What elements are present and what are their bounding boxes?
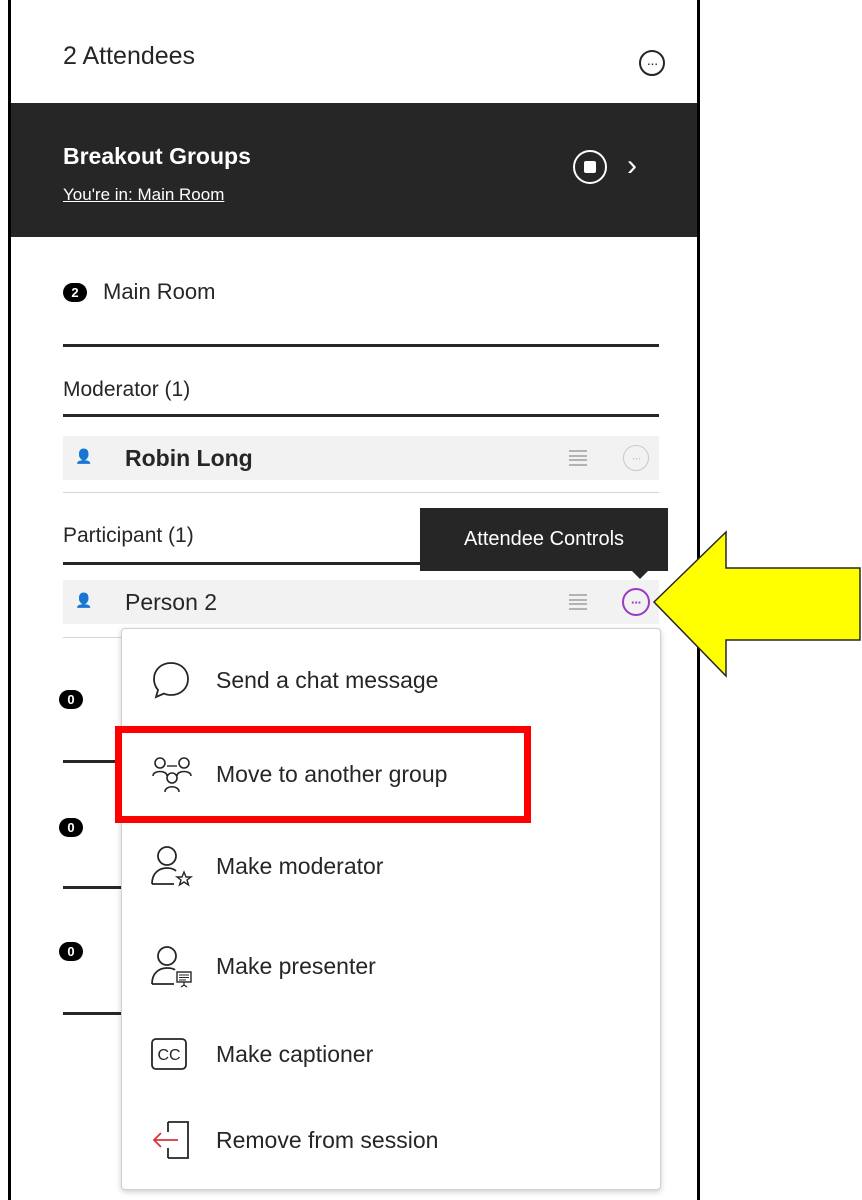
presenter-icon [151,946,192,988]
menu-item-label: Remove from session [216,1126,439,1153]
divider [63,492,659,493]
attendee-controls-tooltip: Attendee Controls [420,508,668,571]
remove-from-session-icon [152,1121,189,1159]
group-count-badge: 0 [59,942,83,961]
chevron-right-icon[interactable]: › [627,149,637,183]
menu-item-label: Make moderator [216,852,384,879]
person-icon: 👤 [75,448,93,464]
chat-bubble-icon [153,662,189,699]
attendee-row[interactable]: 👤 Person 2 ··· [63,580,659,624]
menu-item-send-chat[interactable]: Send a chat message [122,635,660,725]
participant-heading: Participant (1) [63,524,194,547]
yellow-arrow-icon [652,530,861,678]
attendee-row[interactable]: 👤 Robin Long ··· [63,436,659,480]
moderator-icon [151,846,194,887]
attendee-name: Robin Long [125,445,253,471]
moderator-heading: Moderator (1) [63,378,191,401]
attendee-controls-menu: Send a chat message Move to another grou… [121,628,661,1190]
attendee-controls-icon[interactable]: ··· [623,445,649,471]
stop-icon[interactable] [573,150,607,184]
list-icon [569,592,587,612]
menu-item-label: Send a chat message [216,666,439,693]
svg-text:CC: CC [157,1047,180,1064]
menu-item-label: Make presenter [216,952,376,979]
divider [63,886,123,889]
divider [63,414,659,417]
group-count-badge: 0 [59,818,83,837]
group-count-badge: 0 [59,690,83,709]
room-name: Main Room [103,279,216,304]
breakout-groups-bar[interactable]: Breakout Groups You're in: Main Room › [11,103,697,237]
divider [63,1012,123,1015]
menu-item-make-moderator[interactable]: Make moderator [122,821,660,911]
attendees-panel: 2 Attendees ··· Breakout Groups You're i… [8,0,700,1200]
closed-caption-icon: CC [151,1038,187,1070]
room-count-badge: 2 [63,283,87,302]
breakout-title: Breakout Groups [63,143,251,169]
menu-item-make-presenter[interactable]: Make presenter [122,921,660,1011]
menu-item-make-captioner[interactable]: CC Make captioner [122,1009,660,1099]
person-icon: 👤 [75,592,93,608]
tooltip-pointer [631,570,649,579]
more-options-icon[interactable]: ··· [639,50,665,76]
menu-item-label: Make captioner [216,1040,374,1067]
panel-title: 2 Attendees [63,42,196,70]
breakout-location-link[interactable]: You're in: Main Room [63,185,224,205]
attendee-name: Person 2 [125,589,218,615]
list-icon [569,448,587,468]
divider [63,344,659,347]
divider [63,760,123,763]
menu-item-remove-session[interactable]: Remove from session [122,1095,660,1185]
attendee-controls-icon[interactable]: ··· [622,588,650,616]
highlight-box [115,726,531,823]
